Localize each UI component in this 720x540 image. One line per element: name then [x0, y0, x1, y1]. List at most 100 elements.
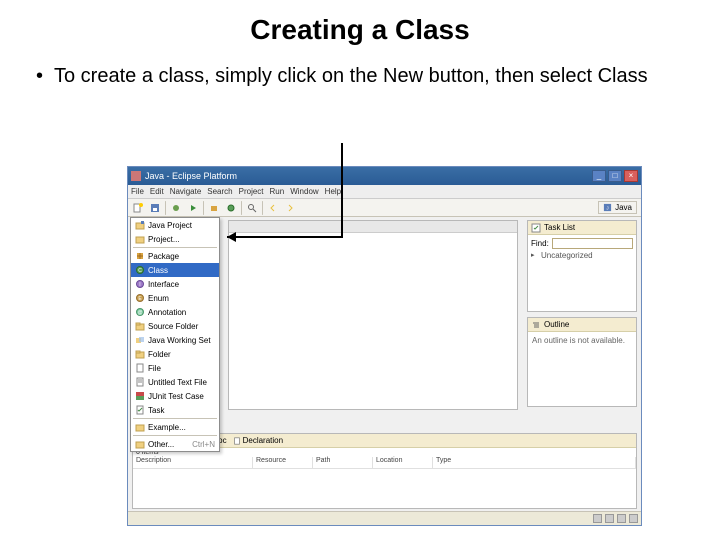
- menu-window[interactable]: Window: [290, 187, 318, 196]
- menu-separator: [133, 435, 217, 436]
- status-icon: [617, 514, 626, 523]
- tasklist-tree-item[interactable]: Uncategorized: [531, 251, 633, 260]
- search-button[interactable]: [245, 201, 259, 215]
- menu-item-junit[interactable]: JUnit Test Case: [131, 389, 219, 403]
- perspective-switcher[interactable]: J Java: [598, 201, 637, 214]
- save-button[interactable]: [148, 201, 162, 215]
- back-button[interactable]: [266, 201, 280, 215]
- maximize-button[interactable]: □: [608, 170, 622, 182]
- menu-item-folder[interactable]: Folder: [131, 347, 219, 361]
- interface-icon: I: [135, 279, 145, 289]
- close-button[interactable]: ×: [624, 170, 638, 182]
- eclipse-window: Java - Eclipse Platform _ □ × File Edit …: [127, 166, 642, 526]
- titlebar: Java - Eclipse Platform _ □ ×: [128, 167, 641, 185]
- run-button[interactable]: [186, 201, 200, 215]
- slide-title: Creating a Class: [0, 0, 720, 46]
- other-icon: [135, 439, 145, 449]
- find-label: Find:: [531, 239, 549, 248]
- java-project-icon: [135, 220, 145, 230]
- menu-label: Other...: [148, 440, 174, 449]
- menu-item-class[interactable]: C Class: [131, 263, 219, 277]
- java-perspective-icon: J: [603, 203, 612, 212]
- menu-label: Annotation: [148, 308, 186, 317]
- working-set-icon: [135, 335, 145, 345]
- outline-header: Outline: [528, 318, 636, 332]
- main-area: Java Project Project... Package C Class …: [128, 217, 641, 511]
- menu-item-annotation[interactable]: @ Annotation: [131, 305, 219, 319]
- menu-item-source-folder[interactable]: Source Folder: [131, 319, 219, 333]
- col-type[interactable]: Type: [433, 457, 636, 468]
- menu-label: Task: [148, 406, 164, 415]
- outline-icon: [531, 320, 541, 330]
- file-icon: [135, 363, 145, 373]
- package-icon: [135, 251, 145, 261]
- menu-item-enum[interactable]: E Enum: [131, 291, 219, 305]
- status-icon: [629, 514, 638, 523]
- statusbar: [128, 511, 641, 525]
- app-icon: [131, 171, 141, 181]
- annotation-icon: @: [135, 307, 145, 317]
- menu-item-package[interactable]: Package: [131, 249, 219, 263]
- debug-button[interactable]: [169, 201, 183, 215]
- menu-item-untitled-text[interactable]: Untitled Text File: [131, 375, 219, 389]
- junit-icon: [135, 391, 145, 401]
- outline-empty-text: An outline is not available.: [528, 332, 636, 349]
- svg-text:@: @: [137, 310, 142, 316]
- menu-label: Java Project: [148, 221, 192, 230]
- find-input[interactable]: [552, 238, 633, 249]
- separator: [262, 201, 263, 215]
- tab-declaration[interactable]: Declaration: [233, 436, 283, 445]
- col-resource[interactable]: Resource: [253, 457, 313, 468]
- menu-edit[interactable]: Edit: [150, 187, 164, 196]
- menu-item-project[interactable]: Project...: [131, 232, 219, 246]
- svg-text:J: J: [606, 205, 608, 210]
- menu-search[interactable]: Search: [207, 187, 232, 196]
- menu-label: Folder: [148, 350, 171, 359]
- menu-item-file[interactable]: File: [131, 361, 219, 375]
- svg-text:I: I: [139, 282, 140, 288]
- editor-tabstrip: [229, 221, 517, 233]
- menu-project[interactable]: Project: [239, 187, 264, 196]
- tasklist-title: Task List: [544, 223, 575, 232]
- svg-text:C: C: [138, 268, 142, 274]
- window-title: Java - Eclipse Platform: [145, 171, 592, 181]
- menu-item-interface[interactable]: I Interface: [131, 277, 219, 291]
- menu-item-example[interactable]: Example...: [131, 420, 219, 434]
- menu-label: Java Working Set: [148, 336, 211, 345]
- separator: [203, 201, 204, 215]
- menu-separator: [133, 418, 217, 419]
- menu-navigate[interactable]: Navigate: [170, 187, 202, 196]
- menu-file[interactable]: File: [131, 187, 144, 196]
- declaration-icon: [233, 437, 241, 445]
- menu-item-java-project[interactable]: Java Project: [131, 218, 219, 232]
- menu-label: Interface: [148, 280, 179, 289]
- col-path[interactable]: Path: [313, 457, 373, 468]
- col-location[interactable]: Location: [373, 457, 433, 468]
- tasklist-header: Task List: [528, 221, 636, 235]
- outline-view: Outline An outline is not available.: [527, 317, 637, 407]
- menu-label: Enum: [148, 294, 169, 303]
- menu-item-working-set[interactable]: Java Working Set: [131, 333, 219, 347]
- tasklist-view: Task List Find: Uncategorized: [527, 220, 637, 312]
- task-icon: [135, 405, 145, 415]
- bullet-text: To create a class, simply click on the N…: [0, 46, 720, 89]
- new-dropdown-menu: Java Project Project... Package C Class …: [130, 217, 220, 452]
- folder-icon: [135, 349, 145, 359]
- forward-button[interactable]: [283, 201, 297, 215]
- separator: [165, 201, 166, 215]
- menu-label: Project...: [148, 235, 180, 244]
- menubar: File Edit Navigate Search Project Run Wi…: [128, 185, 641, 199]
- tasklist-icon: [531, 223, 541, 233]
- menu-item-other[interactable]: Other... Ctrl+N: [131, 437, 219, 451]
- new-package-button[interactable]: [207, 201, 221, 215]
- minimize-button[interactable]: _: [592, 170, 606, 182]
- project-icon: [135, 234, 145, 244]
- new-class-button[interactable]: [224, 201, 238, 215]
- menu-item-task[interactable]: Task: [131, 403, 219, 417]
- menu-run[interactable]: Run: [270, 187, 285, 196]
- menu-label: Example...: [148, 423, 186, 432]
- class-icon: C: [135, 265, 145, 275]
- new-button[interactable]: [131, 201, 145, 215]
- col-description[interactable]: Description: [133, 457, 253, 468]
- menu-help[interactable]: Help: [325, 187, 341, 196]
